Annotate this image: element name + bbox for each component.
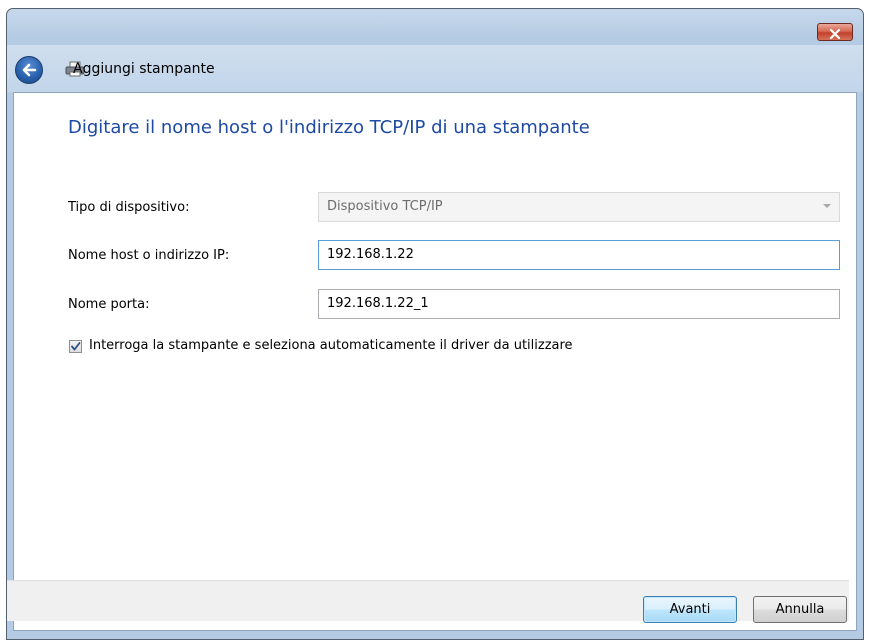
checkmark-icon xyxy=(71,342,81,351)
page-heading: Digitare il nome host o l'indirizzo TCP/… xyxy=(68,117,590,138)
query-printer-checkbox[interactable] xyxy=(69,340,82,353)
chevron-down-icon xyxy=(823,204,831,208)
cancel-button[interactable]: Annulla xyxy=(753,596,847,623)
query-printer-label[interactable]: Interroga la stampante e seleziona autom… xyxy=(89,338,573,353)
next-button[interactable]: Avanti xyxy=(643,596,737,623)
device-type-select[interactable]: Dispositivo TCP/IP xyxy=(318,192,840,222)
screen: Aggiungi stampante Digitare il nome host… xyxy=(0,0,869,643)
back-button[interactable] xyxy=(15,56,43,84)
navigation-bar: Aggiungi stampante xyxy=(7,45,863,92)
dialog-body xyxy=(13,92,857,631)
port-value: 192.168.1.22_1 xyxy=(327,296,429,311)
port-label: Nome porta: xyxy=(68,297,150,312)
close-button[interactable] xyxy=(817,23,853,41)
port-input[interactable]: 192.168.1.22_1 xyxy=(318,289,840,319)
device-type-label: Tipo di dispositivo: xyxy=(68,200,190,215)
window-title: Aggiungi stampante xyxy=(73,61,215,77)
title-bar xyxy=(7,9,863,45)
host-input[interactable]: 192.168.1.22 xyxy=(318,240,840,270)
host-value: 192.168.1.22 xyxy=(327,247,414,262)
add-printer-dialog: Aggiungi stampante xyxy=(6,8,864,640)
device-type-value: Dispositivo TCP/IP xyxy=(327,199,443,214)
close-icon xyxy=(829,28,841,40)
back-arrow-icon xyxy=(22,63,37,77)
host-label: Nome host o indirizzo IP: xyxy=(68,248,230,263)
